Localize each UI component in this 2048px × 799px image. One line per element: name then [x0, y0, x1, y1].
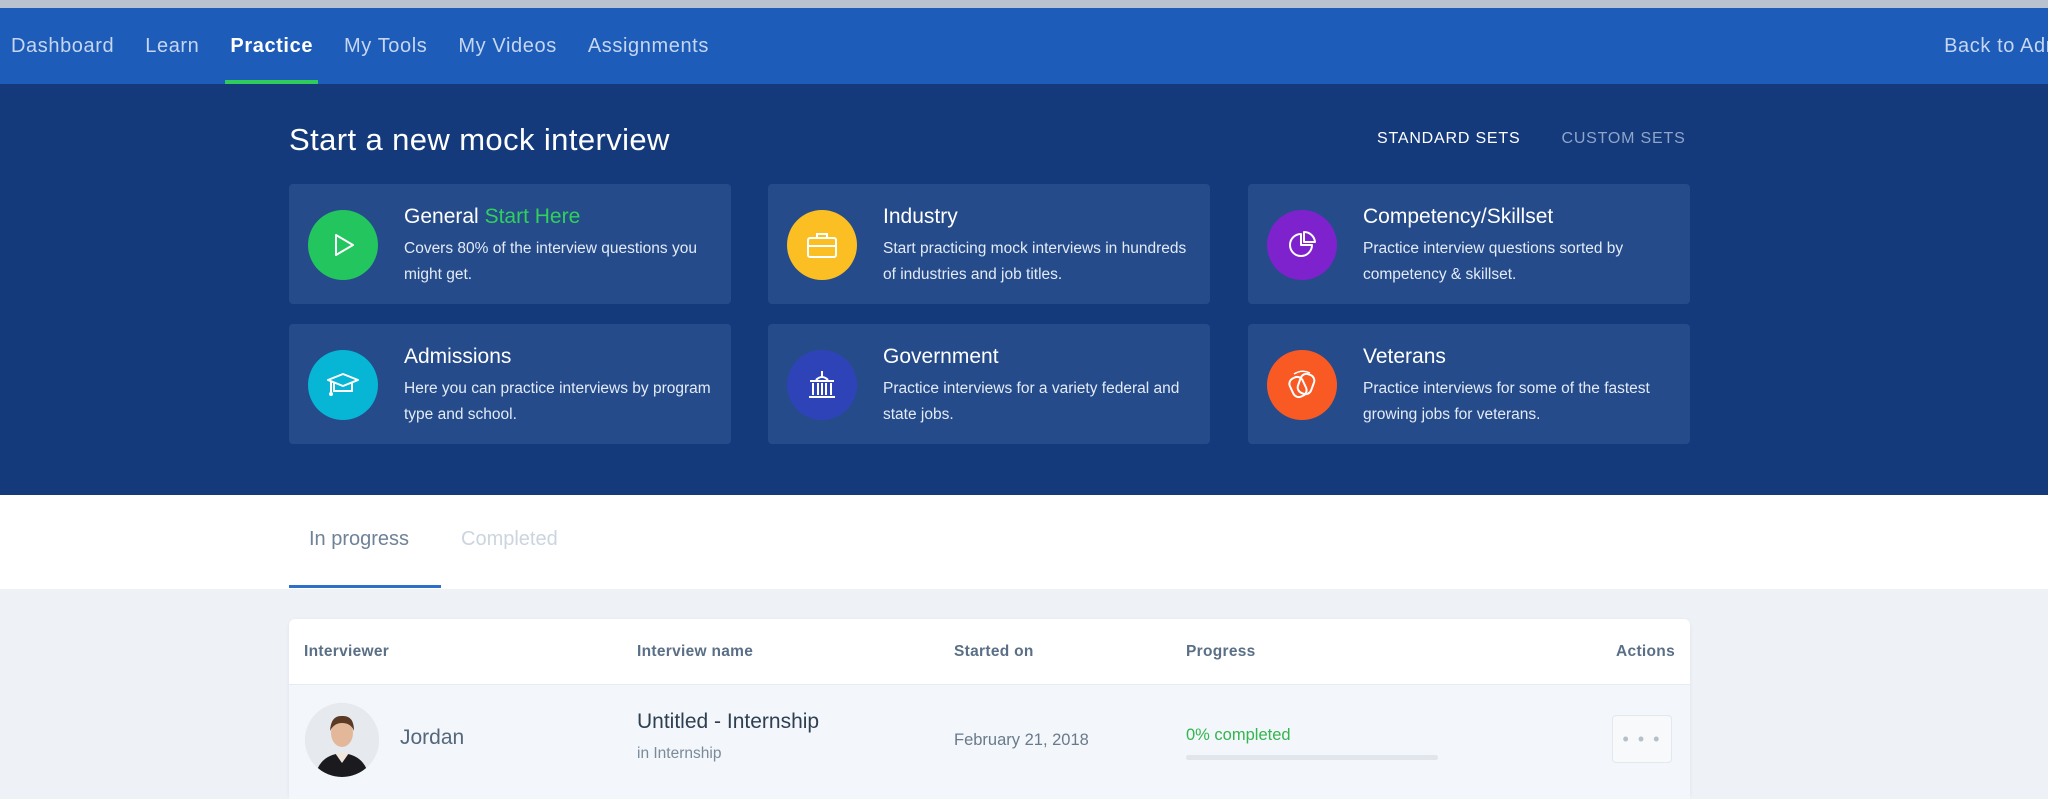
card-title: Veterans: [1363, 345, 1446, 368]
hero-title: Start a new mock interview: [289, 122, 670, 157]
card-admissions[interactable]: Admissions Here you can practice intervi…: [289, 324, 731, 444]
nav-learn[interactable]: Learn: [145, 8, 199, 84]
card-description: Practice interviews for some of the fast…: [1363, 380, 1650, 423]
dog-tags-icon: [1267, 350, 1337, 420]
header-interviewer: Interviewer: [304, 643, 390, 660]
active-tab-underline: [289, 585, 441, 588]
card-government[interactable]: Government Practice interviews for a var…: [768, 324, 1210, 444]
row-actions-button[interactable]: • • •: [1612, 715, 1672, 763]
set-tabs: STANDARD SETS CUSTOM SETS: [1377, 130, 1727, 148]
nav-practice[interactable]: Practice: [225, 8, 318, 84]
mock-interview-hero: Start a new mock interview STANDARD SETS…: [0, 84, 2048, 495]
top-navbar: Dashboard Learn Practice My Tools My Vid…: [0, 8, 2048, 84]
card-title: Competency/Skillset: [1363, 205, 1554, 228]
tab-completed[interactable]: Completed: [461, 528, 558, 551]
card-description: Here you can practice interviews by prog…: [404, 380, 711, 423]
card-industry[interactable]: Industry Start practicing mock interview…: [768, 184, 1210, 304]
header-actions: Actions: [1616, 643, 1675, 660]
card-title: General Start Here: [404, 205, 580, 229]
tab-in-progress[interactable]: In progress: [309, 528, 409, 551]
card-veterans[interactable]: Veterans Practice interviews for some of…: [1248, 324, 1690, 444]
interviewer-name: Jordan: [400, 726, 465, 749]
started-on-date: February 21, 2018: [954, 731, 1089, 749]
start-here-label: Start Here: [484, 205, 581, 228]
interview-name[interactable]: Untitled - Internship: [637, 710, 819, 734]
progress-text: 0% completed: [1186, 726, 1291, 744]
table-row[interactable]: Jordan Untitled - Internship in Internsh…: [289, 684, 1690, 799]
card-description: Practice interviews for a variety federa…: [883, 380, 1180, 423]
government-building-icon: [787, 350, 857, 420]
card-description: Start practicing mock interviews in hund…: [883, 240, 1187, 283]
nav-my-tools[interactable]: My Tools: [344, 8, 427, 84]
progress-bar: [1186, 755, 1438, 760]
pie-chart-icon: [1267, 210, 1337, 280]
avatar: [305, 703, 379, 777]
card-description: Practice interview questions sorted by c…: [1363, 240, 1624, 283]
play-icon: [308, 210, 378, 280]
interview-category: in Internship: [637, 745, 722, 762]
interviews-table: Interviewer Interview name Started on Pr…: [289, 619, 1690, 799]
briefcase-icon: [787, 210, 857, 280]
tab-custom-sets[interactable]: CUSTOM SETS: [1561, 130, 1685, 148]
window-top-strip: [0, 0, 2048, 8]
header-started-on: Started on: [954, 643, 1034, 660]
interview-status-tabs: In progress Completed: [0, 495, 2048, 589]
card-description: Covers 80% of the interview questions yo…: [404, 240, 697, 283]
nav-my-videos[interactable]: My Videos: [458, 8, 556, 84]
main-nav: Dashboard Learn Practice My Tools My Vid…: [0, 8, 740, 84]
nav-assignments[interactable]: Assignments: [588, 8, 709, 84]
header-progress: Progress: [1186, 643, 1256, 660]
nav-dashboard[interactable]: Dashboard: [11, 8, 114, 84]
card-title-text: General: [404, 205, 479, 228]
tab-standard-sets[interactable]: STANDARD SETS: [1377, 130, 1520, 148]
graduation-cap-icon: [308, 350, 378, 420]
card-title: Government: [883, 345, 999, 368]
card-general[interactable]: General Start Here Covers 80% of the int…: [289, 184, 731, 304]
card-title: Industry: [883, 205, 958, 228]
card-title: Admissions: [404, 345, 512, 368]
back-to-admin-link[interactable]: Back to Admi: [1944, 8, 2048, 84]
header-interview-name: Interview name: [637, 643, 754, 660]
card-competency[interactable]: Competency/Skillset Practice interview q…: [1248, 184, 1690, 304]
